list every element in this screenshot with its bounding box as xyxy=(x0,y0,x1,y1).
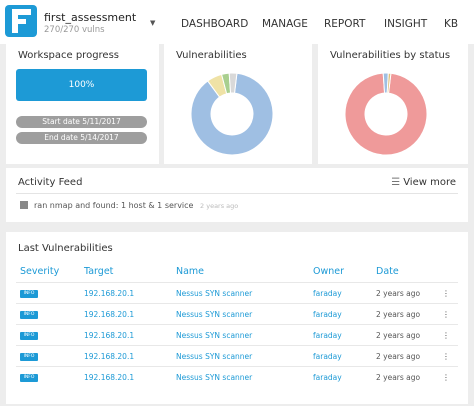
progress-label: 100% xyxy=(68,80,95,90)
nav-report[interactable]: REPORT xyxy=(324,18,365,30)
date-cell: 2 years ago xyxy=(376,352,421,361)
row-menu-icon[interactable]: ⋮ xyxy=(442,289,450,298)
severity-badge: INFO xyxy=(20,353,38,361)
activity-feed-title: Activity Feed xyxy=(18,177,83,188)
view-more-label: View more xyxy=(403,177,456,188)
end-date-pill: End date 5/14/2017 xyxy=(16,132,147,144)
start-date-pill: Start date 5/11/2017 xyxy=(16,116,147,128)
column-header-target[interactable]: Target xyxy=(84,266,113,277)
owner-link[interactable]: faraday xyxy=(313,289,342,298)
owner-link[interactable]: faraday xyxy=(313,373,342,382)
column-header-owner[interactable]: Owner xyxy=(313,266,344,277)
column-header-date[interactable]: Date xyxy=(376,266,399,277)
nav-dashboard[interactable]: DASHBOARD xyxy=(181,18,248,30)
table-row[interactable]: INFO 192.168.20.1 Nessus SYN scanner farada… xyxy=(16,345,458,366)
workspace-dropdown-caret-icon[interactable]: ▼ xyxy=(150,19,155,27)
severity-badge: INFO xyxy=(20,374,38,382)
nav-manage[interactable]: MANAGE xyxy=(262,18,308,30)
column-header-name[interactable]: Name xyxy=(176,266,204,277)
nav-kb[interactable]: KB xyxy=(444,18,458,30)
target-link[interactable]: 192.168.20.1 xyxy=(84,331,134,340)
date-cell: 2 years ago xyxy=(376,373,421,382)
vulns-by-status-donut-chart xyxy=(344,72,428,156)
row-menu-icon[interactable]: ⋮ xyxy=(442,310,450,319)
faraday-logo[interactable] xyxy=(5,5,37,37)
table-row[interactable]: INFO 192.168.20.1 Nessus SYN scanner farada… xyxy=(16,303,458,324)
column-header-severity[interactable]: Severity xyxy=(20,266,59,277)
table-row[interactable]: INFO 192.168.20.1 Nessus SYN scanner farada… xyxy=(16,324,458,345)
table-row[interactable]: INFO 192.168.20.1 Nessus SYN scanner farada… xyxy=(16,282,458,303)
target-link[interactable]: 192.168.20.1 xyxy=(84,373,134,382)
table-row[interactable]: INFO 192.168.20.1 Nessus SYN scanner farada… xyxy=(16,366,458,387)
date-cell: 2 years ago xyxy=(376,331,421,340)
activity-item-text: ran nmap and found: 1 host & 1 service xyxy=(34,201,194,210)
activity-item: ran nmap and found: 1 host & 1 service 2… xyxy=(34,201,238,210)
target-link[interactable]: 192.168.20.1 xyxy=(84,289,134,298)
divider xyxy=(16,193,458,194)
last-vulnerabilities-title: Last Vulnerabilities xyxy=(18,243,113,254)
vulnerabilities-title: Vulnerabilities xyxy=(176,50,247,61)
workspace-name[interactable]: first_assessment xyxy=(44,11,136,24)
date-cell: 2 years ago xyxy=(376,289,421,298)
severity-badge: INFO xyxy=(20,290,38,298)
nav-insight[interactable]: INSIGHT xyxy=(384,18,427,30)
vulns-by-status-title: Vulnerabilities by status xyxy=(330,50,451,61)
view-more-link[interactable]: ☰ View more xyxy=(391,177,456,188)
row-menu-icon[interactable]: ⋮ xyxy=(442,352,450,361)
severity-badge: INFO xyxy=(20,332,38,340)
workspace-vuln-count: 270/270 vulns xyxy=(44,25,105,35)
row-menu-icon[interactable]: ⋮ xyxy=(442,331,450,340)
owner-link[interactable]: faraday xyxy=(313,331,342,340)
owner-link[interactable]: faraday xyxy=(313,352,342,361)
target-link[interactable]: 192.168.20.1 xyxy=(84,352,134,361)
target-link[interactable]: 192.168.20.1 xyxy=(84,310,134,319)
vuln-name-link[interactable]: Nessus SYN scanner xyxy=(176,352,252,361)
workspace-progress-card xyxy=(6,44,159,164)
activity-item-time: 2 years ago xyxy=(200,202,239,210)
workspace-progress-bar: 100% xyxy=(16,69,147,101)
vuln-name-link[interactable]: Nessus SYN scanner xyxy=(176,373,252,382)
activity-item-icon xyxy=(20,201,28,209)
row-menu-icon[interactable]: ⋮ xyxy=(442,373,450,382)
vuln-name-link[interactable]: Nessus SYN scanner xyxy=(176,331,252,340)
severity-badge: INFO xyxy=(20,311,38,319)
list-icon: ☰ xyxy=(391,177,401,188)
logo-f-icon xyxy=(10,9,32,33)
date-cell: 2 years ago xyxy=(376,310,421,319)
top-navbar: first_assessment 270/270 vulns ▼ DASHBOA… xyxy=(0,0,474,44)
owner-link[interactable]: faraday xyxy=(313,310,342,319)
vuln-name-link[interactable]: Nessus SYN scanner xyxy=(176,310,252,319)
vulnerabilities-donut-chart xyxy=(190,72,274,156)
workspace-progress-title: Workspace progress xyxy=(18,50,120,61)
vuln-name-link[interactable]: Nessus SYN scanner xyxy=(176,289,252,298)
